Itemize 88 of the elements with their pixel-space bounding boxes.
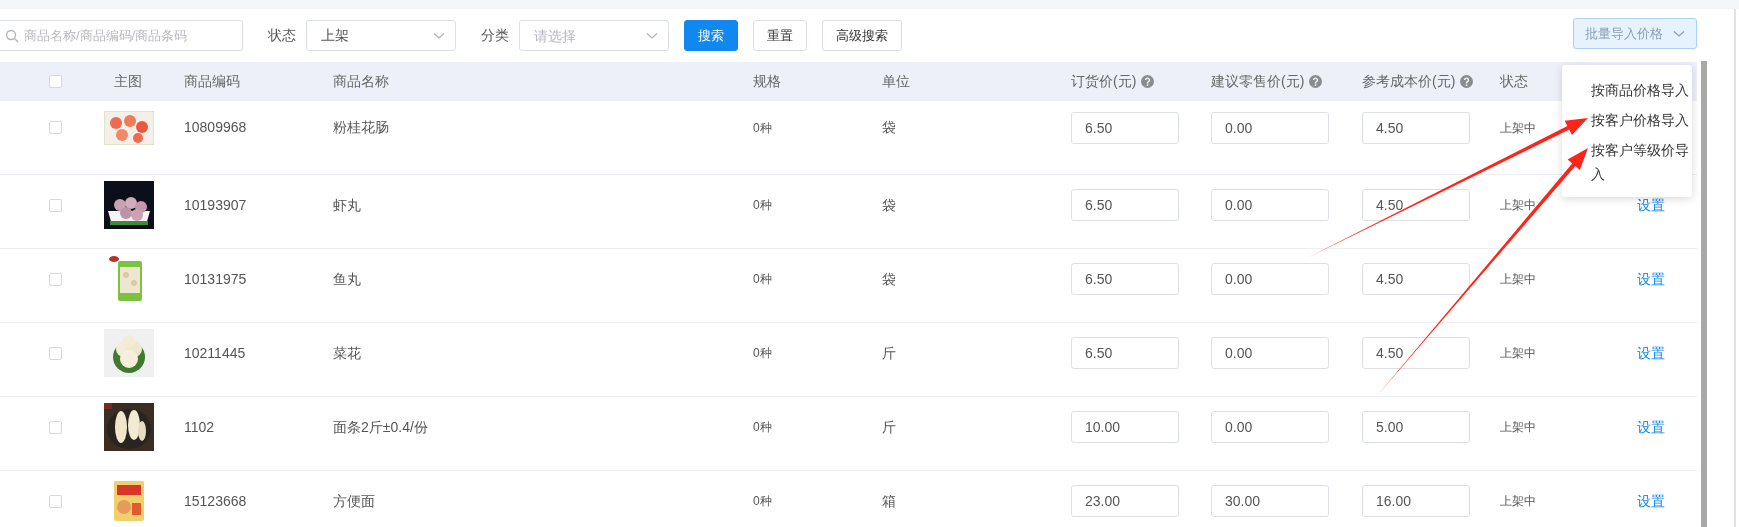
order-price-field[interactable]: 23.00 (1071, 485, 1179, 518)
column-header: 订货价(元) (1071, 72, 1137, 91)
column-header: 商品名称 (333, 72, 389, 91)
column-header: 建议零售价(元) (1211, 72, 1305, 91)
product-code: 10193907 (184, 195, 247, 215)
column-header: 状态 (1500, 72, 1528, 91)
cost-price-field[interactable]: 4.50 (1362, 263, 1470, 296)
spec-text: 0种 (753, 419, 772, 437)
spec-text: 0种 (753, 345, 772, 363)
retail-price-field[interactable]: 0.00 (1211, 263, 1329, 296)
unit-text: 袋 (882, 195, 896, 215)
product-name: 虾丸 (333, 195, 361, 215)
retail-price-field[interactable]: 30.00 (1211, 485, 1329, 518)
chevron-down-icon (433, 31, 445, 40)
retail-price-field[interactable]: 0.00 (1211, 111, 1329, 144)
order-price-field[interactable]: 6.50 (1071, 337, 1179, 370)
status-text: 上架中 (1500, 345, 1536, 363)
settings-link[interactable]: 设置 (1637, 490, 1665, 512)
order-price-field[interactable]: 6.50 (1071, 111, 1179, 144)
unit-text: 斤 (882, 343, 896, 363)
cost-price-field[interactable]: 4.50 (1362, 111, 1470, 144)
status-text: 上架中 (1500, 197, 1536, 215)
select-field[interactable]: 上架 (306, 20, 456, 51)
product-code: 10211445 (184, 343, 246, 363)
spec-text: 0种 (753, 119, 772, 137)
checkbox[interactable] (49, 121, 62, 135)
status-text: 上架中 (1500, 119, 1536, 137)
product-code: 10809968 (184, 118, 247, 138)
search-icon (5, 28, 19, 43)
column-header: 单位 (882, 72, 910, 91)
retail-price-field[interactable]: 0.00 (1211, 411, 1329, 444)
product-code: 10131975 (184, 269, 247, 289)
help-icon (1141, 75, 1155, 88)
cost-price-field[interactable]: 4.50 (1362, 337, 1470, 370)
cost-price-field[interactable]: 16.00 (1362, 485, 1470, 518)
column-header: 参考成本价(元) (1362, 72, 1456, 91)
checkbox[interactable] (49, 198, 62, 212)
help-icon (1309, 75, 1323, 88)
unit-text: 袋 (882, 118, 896, 138)
retail-price-field[interactable]: 0.00 (1211, 189, 1329, 222)
product-name: 粉桂花肠 (333, 118, 389, 138)
order-price-field[interactable]: 6.50 (1071, 189, 1179, 222)
unit-text: 斤 (882, 417, 896, 437)
retail-price-field[interactable]: 0.00 (1211, 337, 1329, 370)
checkbox[interactable] (49, 346, 62, 360)
select-field[interactable]: 请选择 (519, 20, 669, 51)
checkbox[interactable] (49, 420, 62, 434)
cost-price-field[interactable]: 5.00 (1362, 411, 1470, 444)
product-code: 15123668 (184, 491, 247, 511)
status-text: 上架中 (1500, 271, 1536, 289)
column-header: 规格 (753, 72, 781, 91)
settings-link[interactable]: 设置 (1637, 268, 1665, 290)
product-name: 方便面 (333, 491, 375, 511)
order-price-field[interactable]: 6.50 (1071, 263, 1179, 296)
cost-price-field[interactable]: 4.50 (1362, 189, 1470, 222)
status-text: 上架中 (1500, 419, 1536, 437)
filter-label: 分类 (481, 26, 509, 45)
settings-link[interactable]: 设置 (1637, 194, 1665, 216)
spec-text: 0种 (753, 197, 772, 215)
checkbox[interactable] (49, 272, 62, 286)
spec-text: 0种 (753, 493, 772, 511)
product-code: 1102 (184, 417, 215, 437)
checkbox[interactable] (49, 75, 62, 88)
product-name: 鱼丸 (333, 269, 361, 289)
toolbar-button[interactable]: 高级搜索 (822, 20, 902, 51)
spec-text: 0种 (753, 271, 772, 289)
search-field[interactable]: 商品名称/商品编码/商品条码 (0, 20, 243, 51)
search-button[interactable]: 搜索 (684, 20, 738, 51)
checkbox[interactable] (49, 494, 62, 508)
order-price-field[interactable]: 10.00 (1071, 411, 1179, 444)
menu-item[interactable]: 按客户等级价导入 (1562, 135, 1692, 189)
filter-label: 状态 (268, 26, 296, 45)
help-icon (1460, 75, 1474, 88)
menu-item[interactable]: 按商品价格导入 (1562, 75, 1692, 105)
product-name: 面条2斤±0.4/份 (333, 417, 428, 437)
unit-text: 箱 (882, 491, 896, 511)
unit-text: 袋 (882, 269, 896, 289)
settings-link[interactable]: 设置 (1637, 416, 1665, 438)
chevron-down-icon (1673, 29, 1685, 38)
column-header: 主图 (114, 72, 142, 91)
status-text: 上架中 (1500, 493, 1536, 511)
chevron-down-icon (646, 31, 658, 40)
scrollbar[interactable] (1701, 61, 1707, 527)
menu-item[interactable]: 按客户价格导入 (1562, 105, 1692, 135)
column-header: 商品编码 (184, 72, 240, 91)
settings-link[interactable]: 设置 (1637, 342, 1665, 364)
product-name: 菜花 (333, 343, 361, 363)
toolbar-button[interactable]: 重置 (753, 20, 807, 51)
